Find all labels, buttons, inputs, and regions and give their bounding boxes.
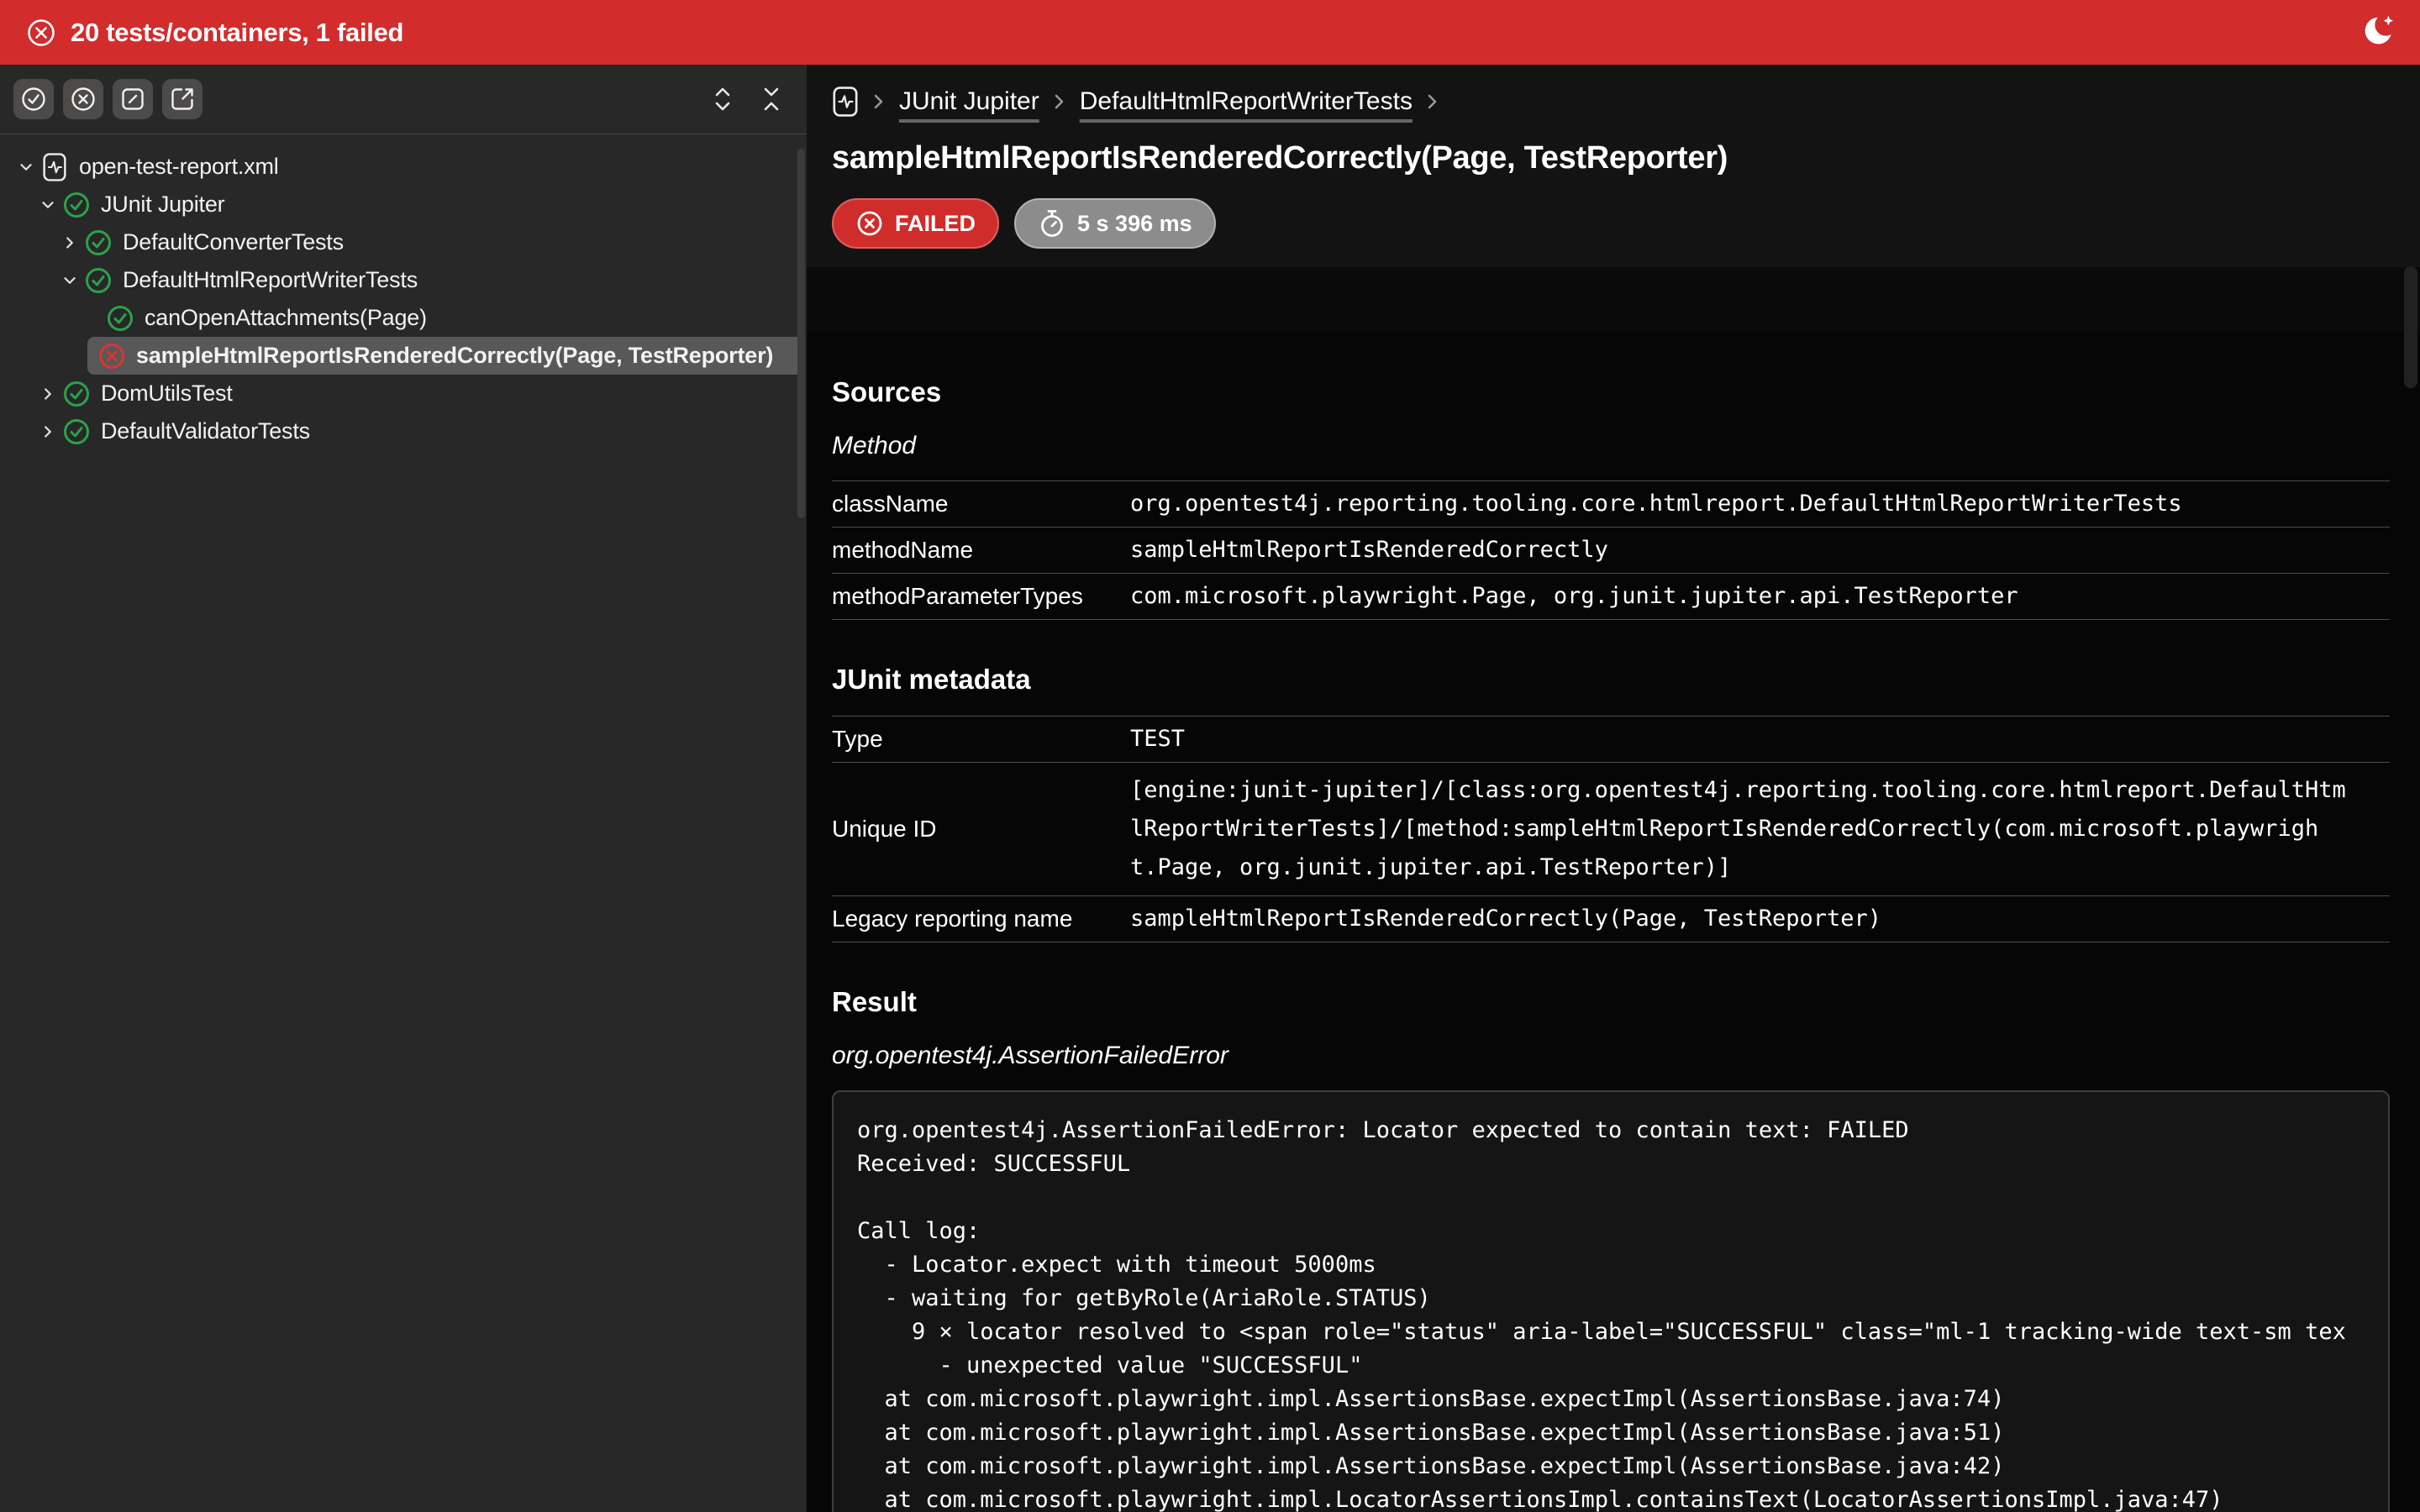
breadcrumb-junit-jupiter[interactable]: JUnit Jupiter — [899, 87, 1039, 116]
filter-aborted-button[interactable] — [162, 79, 203, 119]
junit-metadata-table: Type TEST Unique ID [engine:junit-jupite… — [832, 716, 2390, 942]
tree-item-default-validator-tests[interactable]: DefaultValidatorTests — [0, 412, 807, 450]
row-label: className — [832, 491, 1130, 517]
row-label: Unique ID — [832, 816, 1130, 843]
exception-type-subheading: org.opentest4j.AssertionFailedError — [832, 1042, 2390, 1070]
result-heading: Result — [832, 986, 2390, 1018]
row-value: sampleHtmlReportIsRenderedCorrectly — [1130, 536, 1608, 564]
collapse-all-button[interactable] — [760, 85, 783, 113]
row-label: methodName — [832, 537, 1130, 564]
chevron-right-icon[interactable] — [55, 234, 84, 252]
tree-item-default-html-report-writer-tests[interactable]: DefaultHtmlReportWriterTests — [0, 261, 807, 299]
test-passed-icon — [62, 380, 91, 408]
chevron-right-icon[interactable] — [34, 385, 62, 403]
test-passed-icon — [106, 304, 134, 333]
page-title: sampleHtmlReportIsRenderedCorrectly(Page… — [832, 140, 2390, 176]
x-circle-icon — [25, 17, 57, 49]
collapse-all-icon — [760, 85, 783, 113]
table-row: Unique ID [engine:junit-jupiter]/[class:… — [832, 762, 2390, 895]
tree-item-label: sampleHtmlReportIsRenderedCorrectly(Page… — [136, 343, 773, 369]
tree-item-label: DefaultConverterTests — [123, 229, 344, 255]
detail-body: Sources Method className org.opentest4j.… — [807, 333, 2420, 1512]
check-circle-icon — [20, 86, 47, 113]
stopwatch-icon — [1038, 208, 1066, 239]
tree-item-label: canOpenAttachments(Page) — [145, 305, 427, 331]
table-row: methodParameterTypes com.microsoft.playw… — [832, 573, 2390, 620]
chevron-right-icon — [1053, 91, 1066, 113]
table-row: className org.opentest4j.reporting.tooli… — [832, 480, 2390, 527]
moon-icon — [2356, 13, 2395, 52]
table-row: Type TEST — [832, 716, 2390, 762]
row-label: Type — [832, 726, 1130, 753]
chevron-right-icon[interactable] — [34, 423, 62, 441]
detail-header: JUnit Jupiter DefaultHtmlReportWriterTes… — [807, 65, 2420, 267]
row-value: sampleHtmlReportIsRenderedCorrectly(Page… — [1130, 905, 1881, 933]
test-failed-icon — [97, 342, 126, 370]
main-scrollbar[interactable] — [2404, 266, 2417, 388]
dark-mode-toggle[interactable] — [2356, 13, 2395, 52]
test-tree: open-test-report.xml JUnit Jupiter — [0, 134, 807, 450]
x-circle-icon — [70, 86, 97, 113]
tree-item-sample-html-report-is-rendered-correctly[interactable]: sampleHtmlReportIsRenderedCorrectly(Page… — [87, 337, 803, 375]
test-tree-sidebar: open-test-report.xml JUnit Jupiter — [0, 65, 807, 1512]
test-passed-icon — [62, 417, 91, 446]
duration-badge: 5 s 396 ms — [1014, 198, 1216, 249]
breadcrumb-default-html-report-writer-tests[interactable]: DefaultHtmlReportWriterTests — [1080, 87, 1413, 116]
test-passed-icon — [84, 228, 113, 257]
sources-heading: Sources — [832, 376, 2390, 408]
report-file-icon — [40, 153, 69, 181]
duration-badge-label: 5 s 396 ms — [1077, 211, 1192, 237]
chevron-down-icon[interactable] — [34, 196, 62, 214]
chevron-right-icon — [1426, 91, 1439, 113]
test-detail-panel: JUnit Jupiter DefaultHtmlReportWriterTes… — [807, 65, 2420, 1512]
failure-banner: 20 tests/containers, 1 failed — [0, 0, 2420, 65]
test-passed-icon — [84, 266, 113, 295]
tree-item-label: DefaultHtmlReportWriterTests — [123, 267, 418, 293]
chevron-down-icon[interactable] — [55, 271, 84, 290]
table-row: Legacy reporting name sampleHtmlReportIs… — [832, 895, 2390, 942]
external-link-square-icon — [169, 86, 196, 113]
status-badge: FAILED — [832, 198, 999, 249]
junit-metadata-heading: JUnit metadata — [832, 664, 2390, 696]
slash-square-icon — [119, 86, 146, 113]
breadcrumb: JUnit Jupiter DefaultHtmlReportWriterTes… — [832, 81, 2390, 122]
row-value: [engine:junit-jupiter]/[class:org.opente… — [1130, 771, 2346, 887]
tree-item-label: open-test-report.xml — [79, 154, 279, 180]
status-badges: FAILED 5 s 396 ms — [832, 198, 2390, 249]
method-subheading: Method — [832, 432, 2390, 460]
table-row: methodName sampleHtmlReportIsRenderedCor… — [832, 527, 2390, 573]
tree-item-default-converter-tests[interactable]: DefaultConverterTests — [0, 223, 807, 261]
chevron-right-icon — [872, 91, 886, 113]
expand-all-button[interactable] — [711, 85, 734, 113]
tree-item-label: JUnit Jupiter — [101, 192, 224, 218]
row-label: Legacy reporting name — [832, 906, 1130, 932]
report-file-icon[interactable] — [832, 86, 859, 118]
app-window: 20 tests/containers, 1 failed — [0, 0, 2420, 1512]
sidebar-scrollbar[interactable] — [797, 149, 805, 518]
expand-all-icon — [711, 85, 734, 113]
row-value: TEST — [1130, 725, 1185, 753]
tree-item-can-open-attachments[interactable]: canOpenAttachments(Page) — [0, 299, 807, 337]
tree-item-junit-jupiter[interactable]: JUnit Jupiter — [0, 186, 807, 223]
chevron-down-icon[interactable] — [12, 158, 40, 176]
tree-item-label: DomUtilsTest — [101, 381, 233, 407]
filter-failed-button[interactable] — [63, 79, 103, 119]
stack-trace-block: org.opentest4j.AssertionFailedError: Loc… — [832, 1090, 2390, 1512]
row-label: methodParameterTypes — [832, 583, 1130, 610]
tree-item-dom-utils-test[interactable]: DomUtilsTest — [0, 375, 807, 412]
test-passed-icon — [62, 191, 91, 219]
row-value: com.microsoft.playwright.Page, org.junit… — [1130, 582, 2018, 611]
tree-item-open-test-report-xml[interactable]: open-test-report.xml — [0, 148, 807, 186]
banner-text: 20 tests/containers, 1 failed — [71, 18, 403, 48]
tree-filter-toolbar — [0, 65, 807, 134]
status-badge-label: FAILED — [895, 211, 976, 237]
tree-item-label: DefaultValidatorTests — [101, 418, 310, 444]
filter-skipped-button[interactable] — [113, 79, 153, 119]
method-source-table: className org.opentest4j.reporting.tooli… — [832, 480, 2390, 620]
row-value: org.opentest4j.reporting.tooling.core.ht… — [1130, 490, 2182, 518]
x-circle-icon — [855, 209, 884, 238]
filter-successful-button[interactable] — [13, 79, 54, 119]
